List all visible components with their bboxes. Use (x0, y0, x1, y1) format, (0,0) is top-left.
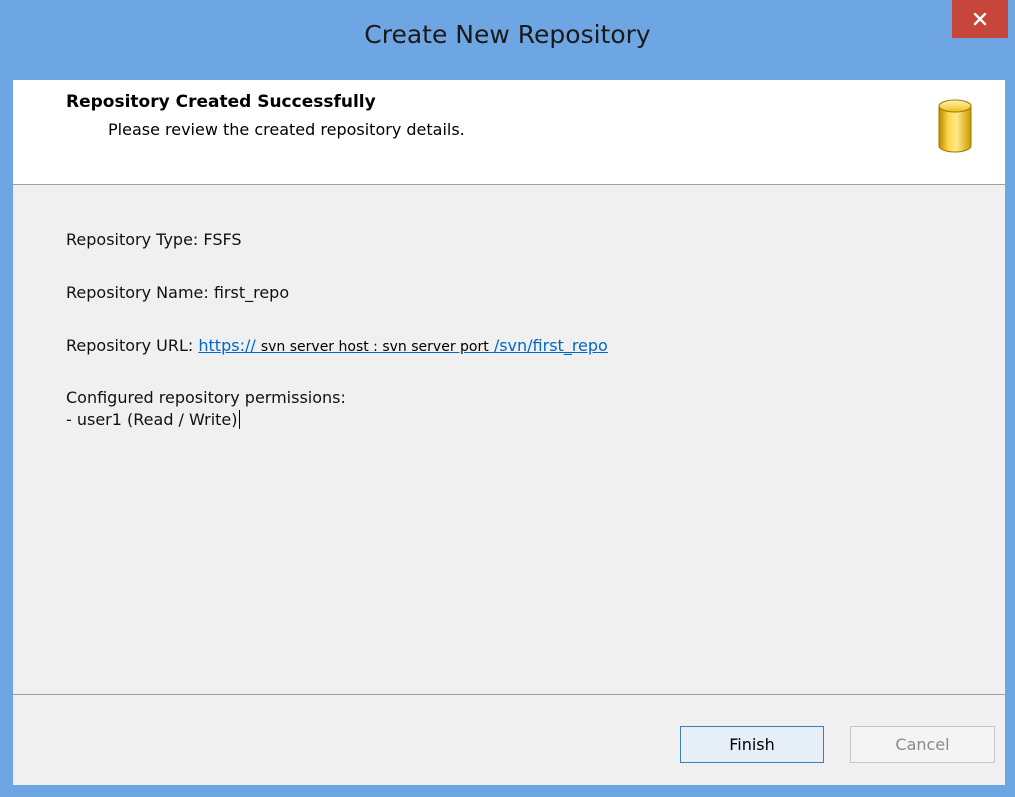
url-suffix: /svn/first_repo (493, 336, 608, 355)
title-bar[interactable]: Create New Repository (0, 0, 1015, 80)
header-subtitle: Please review the created repository det… (108, 120, 465, 139)
repository-name: Repository Name: first_repo (66, 283, 290, 302)
permission-item: - user1 (Read / Write) (66, 410, 240, 429)
permissions-label: Configured repository permissions: (66, 388, 346, 407)
repository-type: Repository Type: FSFS (66, 230, 242, 249)
finish-button[interactable]: Finish (680, 726, 824, 763)
permission-text: - user1 (Read / Write) (66, 410, 238, 429)
repository-url-label: Repository URL: (66, 336, 199, 355)
url-host: svn server host : svn server port (260, 339, 489, 355)
footer-divider (13, 694, 1005, 695)
close-icon (973, 12, 987, 26)
url-prefix: https:// (198, 336, 256, 355)
repository-url-link[interactable]: https:// svn server host : svn server po… (198, 336, 607, 355)
wizard-header: Repository Created Successfully Please r… (13, 80, 1005, 185)
text-caret (238, 410, 240, 429)
dialog-window: Create New Repository Repository Created… (0, 0, 1015, 797)
database-icon (935, 96, 975, 156)
dialog-content: Repository Created Successfully Please r… (13, 80, 1005, 785)
repository-url-row: Repository URL: https:// svn server host… (66, 336, 608, 355)
header-title: Repository Created Successfully (66, 92, 376, 112)
window-title: Create New Repository (364, 20, 651, 49)
cancel-button[interactable]: Cancel (850, 726, 995, 763)
close-button[interactable] (952, 0, 1008, 38)
